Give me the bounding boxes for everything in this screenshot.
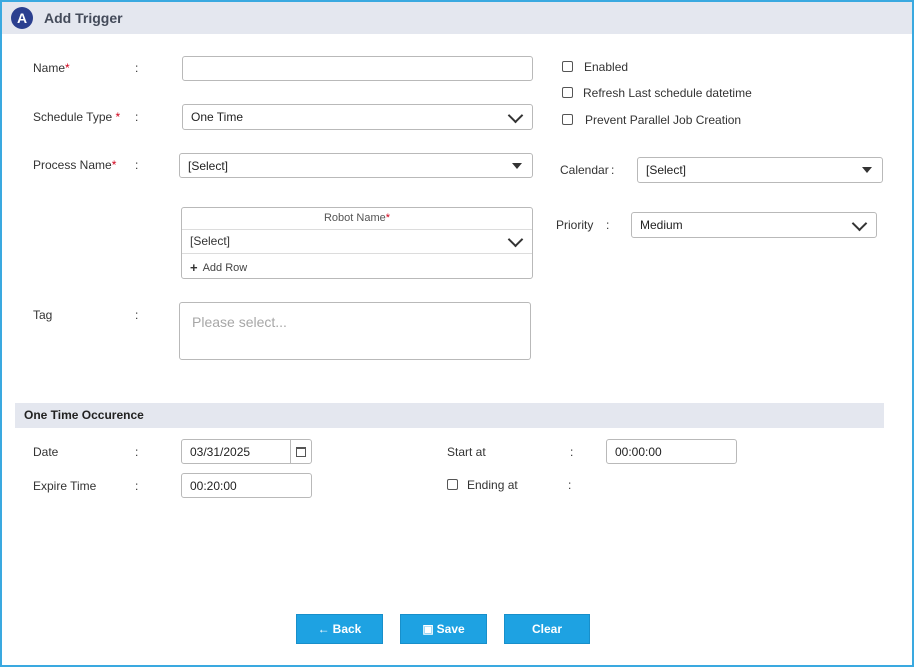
caret-down-icon [512,162,522,169]
schedule-type-colon: : [135,110,139,124]
arrow-left-icon: ← [317,622,330,636]
robot-name-value: [Select] [190,234,231,248]
window-header: A Add Trigger [2,2,912,34]
expire-time-label: Expire Time [33,479,97,493]
back-button[interactable]: ← Back [296,614,383,644]
refresh-last-schedule-label: Refresh Last schedule datetime [583,86,752,100]
tag-placeholder: Please select... [192,314,287,330]
chevron-down-icon [507,231,524,247]
date-colon: : [135,445,139,459]
save-button[interactable]: ▣ Save [400,614,487,644]
clear-label: Clear [531,622,563,636]
calendar-icon [296,446,306,457]
save-label: Save [436,622,465,636]
robot-name-select[interactable]: [Select] [182,229,532,254]
process-name-select[interactable]: [Select] [179,153,533,178]
priority-select[interactable]: Medium [631,212,877,238]
process-name-colon: : [135,158,139,172]
add-row-button[interactable]: + Add Row [190,260,247,275]
ending-at-checkbox[interactable] [447,479,458,490]
clear-button[interactable]: Clear [504,614,590,644]
tag-label: Tag [33,308,53,322]
date-value: 03/31/2025 [190,444,251,459]
calendar-colon: : [611,163,615,177]
priority-value: Medium [640,218,683,232]
ending-at-label: Ending at [467,478,518,492]
calendar-label: Calendar [560,163,609,177]
date-picker-button[interactable] [290,440,311,463]
expire-time-colon: : [135,479,139,493]
start-at-input[interactable]: 00:00:00 [606,439,737,464]
app-logo-icon: A [11,7,33,29]
refresh-last-schedule-checkbox[interactable] [562,87,573,98]
process-name-value: [Select] [188,158,229,173]
caret-down-icon [862,167,872,173]
page-title: Add Trigger [44,10,123,26]
enabled-label: Enabled [584,60,629,74]
priority-colon: : [606,218,610,232]
schedule-type-select[interactable]: One Time [182,104,533,130]
priority-label: Priority [556,218,594,232]
floppy-disk-icon: ▣ [422,622,434,636]
back-label: Back [332,622,362,636]
ending-at-colon: : [568,478,572,492]
date-label: Date [33,445,59,459]
schedule-type-label: Schedule Type * [33,110,121,124]
prevent-parallel-label: Prevent Parallel Job Creation [585,113,742,127]
date-input[interactable]: 03/31/2025 [181,439,312,464]
prevent-parallel-checkbox[interactable] [562,114,573,125]
start-at-label: Start at [447,445,486,459]
chevron-down-icon [507,107,524,123]
name-input[interactable] [182,56,533,81]
calendar-value: [Select] [646,163,687,177]
tag-multiselect[interactable]: Please select... [179,302,531,360]
robot-table: Robot Name* [Select] + Add Row [181,207,533,279]
add-trigger-window: A Add Trigger Name* : Schedule Type * : … [0,0,914,667]
one-time-occurrence-header: One Time Occurence [15,403,884,428]
name-colon: : [135,61,139,75]
calendar-select[interactable]: [Select] [637,157,883,183]
robot-name-header: Robot Name* [182,208,532,230]
add-row-label: Add Row [202,261,248,274]
start-at-colon: : [570,445,574,459]
section-title: One Time Occurence [24,408,144,422]
tag-colon: : [135,308,139,322]
process-name-label: Process Name* [33,158,117,172]
expire-time-input[interactable]: 00:20:00 [181,473,312,498]
schedule-type-value: One Time [191,110,244,124]
enabled-checkbox[interactable] [562,61,573,72]
name-label: Name* [33,61,70,75]
plus-icon: + [190,260,198,275]
chevron-down-icon [851,215,868,231]
